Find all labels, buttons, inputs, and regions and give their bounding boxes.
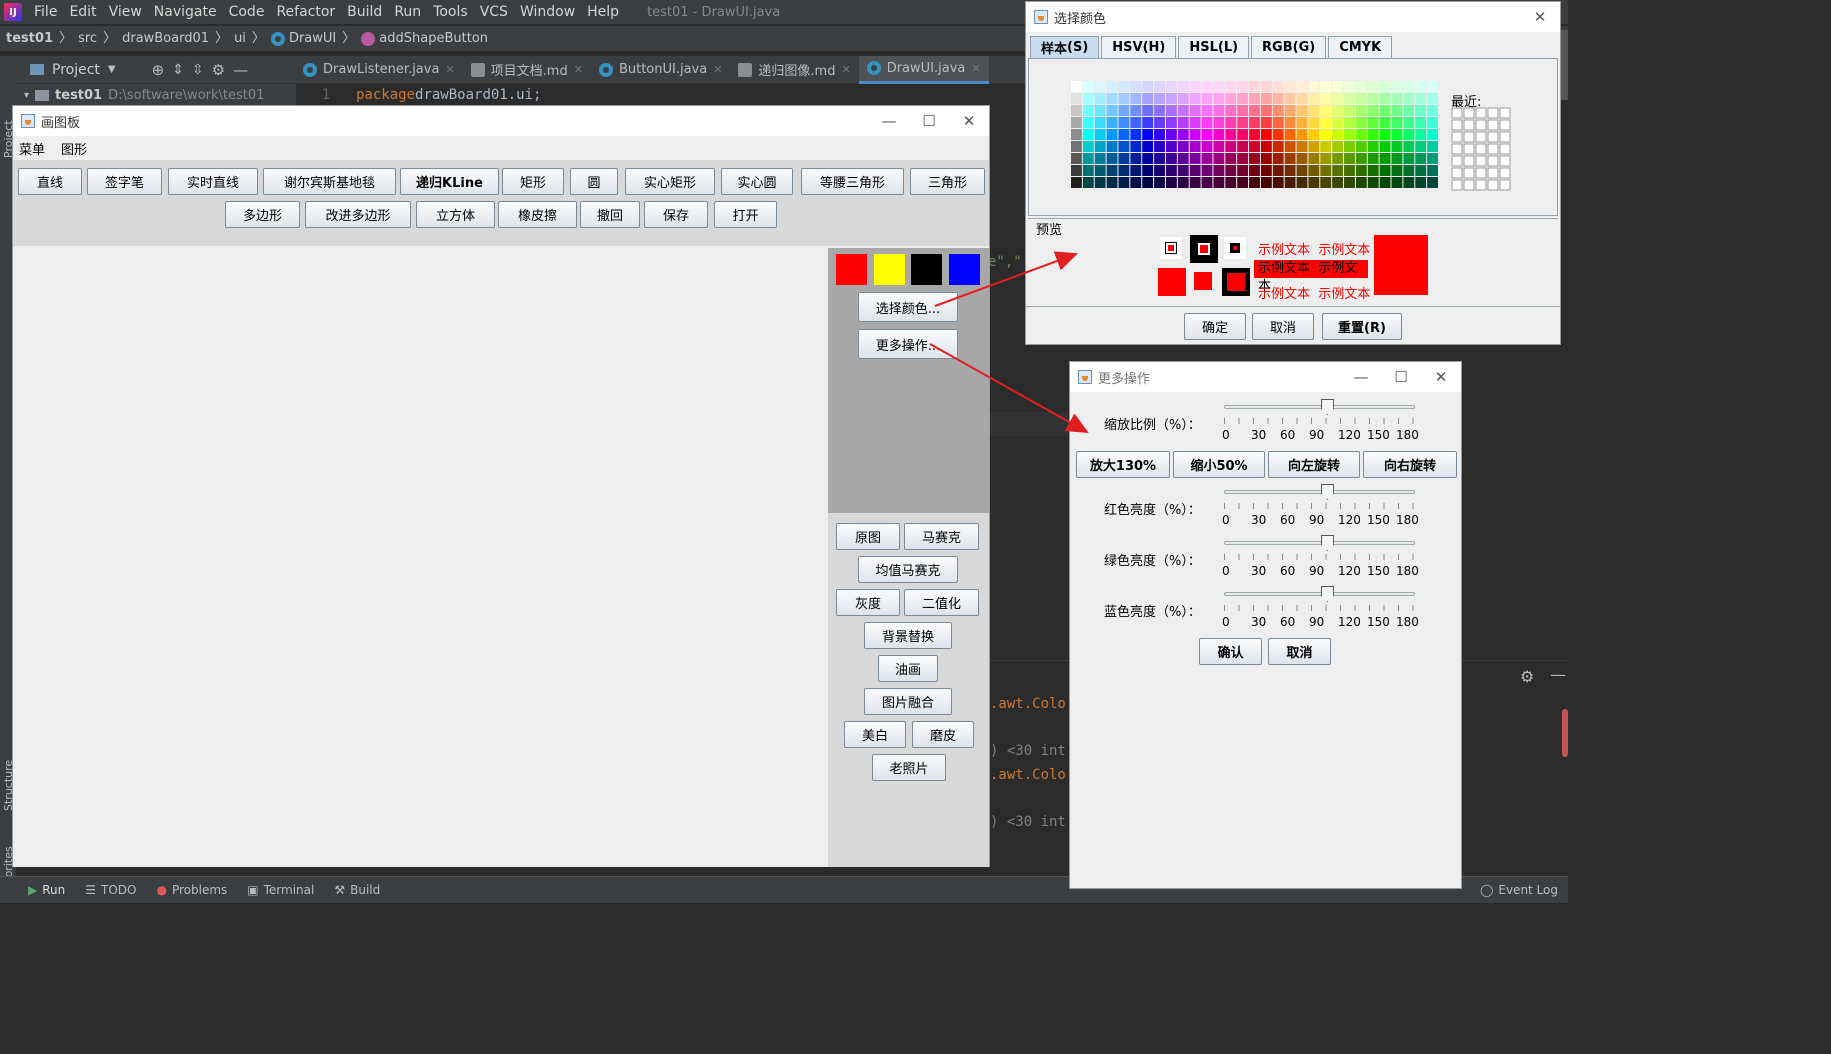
arrow-to-color-dialog bbox=[934, 251, 1078, 307]
arrow-to-more-dialog bbox=[929, 343, 1089, 433]
annotation-arrows bbox=[929, 251, 1089, 433]
